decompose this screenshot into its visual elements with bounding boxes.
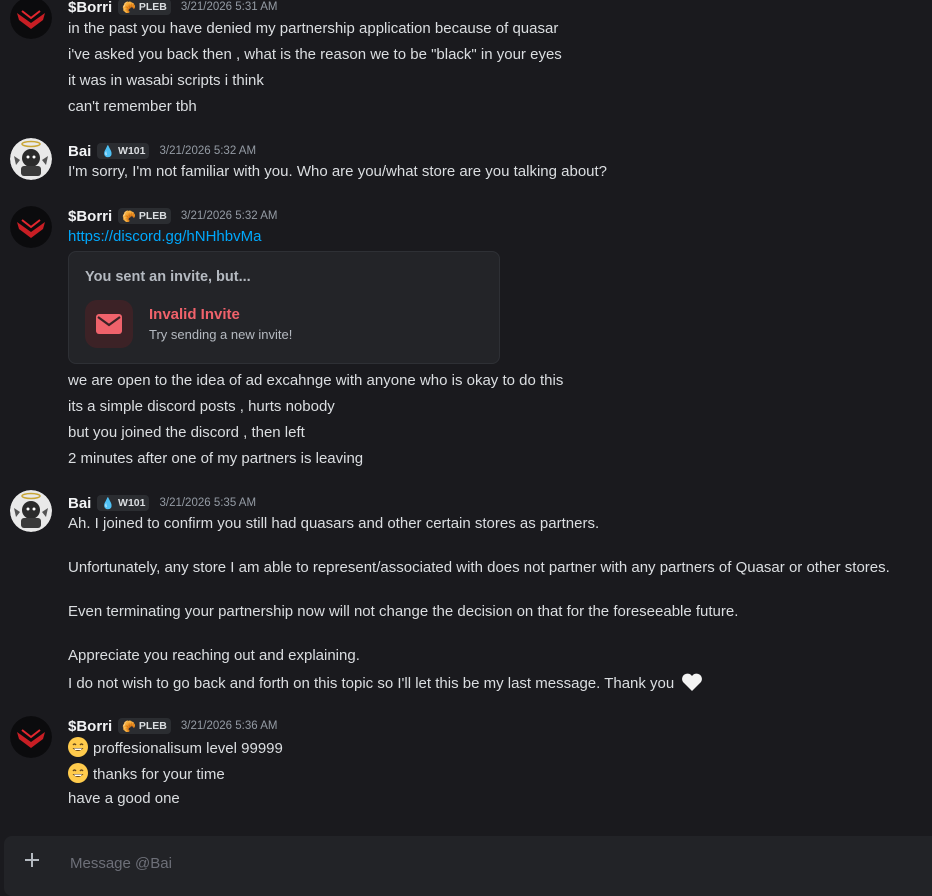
invite-subtitle: Try sending a new invite! (149, 327, 293, 342)
message-text: Even terminating your partnership now wi… (68, 603, 739, 620)
message-text: I'm sorry, I'm not familiar with you. Wh… (68, 163, 608, 180)
drop-icon: 💧 (101, 497, 116, 510)
envelope-icon (85, 300, 133, 348)
guild-tag-label: PLEB (138, 210, 167, 222)
invite-title: Invalid Invite (149, 306, 240, 323)
avatar[interactable] (10, 716, 52, 758)
username[interactable]: $Borri (68, 208, 112, 225)
timestamp: 3/21/2026 5:32 AM (159, 145, 257, 157)
message-input[interactable] (68, 850, 672, 876)
drop-icon: 💧 (101, 145, 116, 158)
message-text: it was in wasabi scripts i think (68, 72, 264, 89)
avatar[interactable] (10, 138, 52, 180)
guild-tag[interactable]: 🥐 PLEB (118, 718, 171, 734)
message-text: proffesionalisum level 99999 (68, 737, 283, 759)
message-composer (4, 836, 932, 896)
guild-tag-label: W101 (118, 497, 146, 509)
message-text: we are open to the idea of ad excahnge w… (68, 372, 564, 389)
white-heart-icon (681, 672, 703, 698)
guild-tag[interactable]: 💧 W101 (97, 143, 150, 159)
grinning-emoji-icon (68, 763, 88, 783)
username[interactable]: Bai (68, 495, 91, 512)
timestamp: 3/21/2026 5:35 AM (159, 497, 257, 509)
guild-tag[interactable]: 🥐 PLEB (118, 0, 171, 15)
message-text-content: proffesionalisum level 99999 (93, 740, 283, 757)
avatar[interactable] (10, 206, 52, 248)
guild-tag[interactable]: 💧 W101 (97, 495, 150, 511)
timestamp: 3/21/2026 5:32 AM (180, 210, 278, 222)
username[interactable]: Bai (68, 143, 91, 160)
plus-icon[interactable] (22, 850, 42, 870)
invite-heading: You sent an invite, but... (85, 269, 251, 285)
message-text: I do not wish to go back and forth on th… (68, 672, 703, 698)
message-text: thanks for your time (68, 763, 225, 785)
timestamp: 3/21/2026 5:36 AM (180, 720, 278, 732)
message-text-content: thanks for your time (93, 766, 225, 783)
guild-tag-label: PLEB (138, 720, 167, 732)
timestamp: 3/21/2026 5:31 AM (180, 1, 278, 13)
croissant-icon: 🥐 (122, 210, 136, 223)
message-text: Appreciate you reaching out and explaini… (68, 647, 360, 664)
chat-messages: $Borri 🥐 PLEB 3/21/2026 5:31 AM in the p… (0, 0, 932, 835)
message-text: its a simple discord posts , hurts nobod… (68, 398, 335, 415)
croissant-icon: 🥐 (122, 720, 136, 733)
invite-link[interactable]: https://discord.gg/hNHhbvMa (68, 227, 261, 247)
guild-tag-label: PLEB (138, 1, 167, 13)
message-text: can't remember tbh (68, 98, 197, 115)
avatar[interactable] (10, 0, 52, 39)
username[interactable]: $Borri (68, 0, 112, 16)
message-text: have a good one (68, 790, 180, 807)
message-text: but you joined the discord , then left (68, 424, 305, 441)
guild-tag-label: W101 (118, 145, 146, 157)
message-text: in the past you have denied my partnersh… (68, 20, 559, 37)
message-text: Ah. I joined to confirm you still had qu… (68, 515, 600, 532)
guild-tag[interactable]: 🥐 PLEB (118, 208, 171, 224)
grinning-emoji-icon (68, 737, 88, 757)
message-text: i've asked you back then , what is the r… (68, 46, 562, 63)
message-text: 2 minutes after one of my partners is le… (68, 450, 364, 467)
username[interactable]: $Borri (68, 718, 112, 735)
croissant-icon: 🥐 (122, 1, 136, 14)
message-text-content: I do not wish to go back and forth on th… (68, 675, 675, 692)
invite-embed: You sent an invite, but... Invalid Invit… (68, 251, 500, 364)
message-text: Unfortunately, any store I am able to re… (68, 559, 890, 576)
avatar[interactable] (10, 490, 52, 532)
